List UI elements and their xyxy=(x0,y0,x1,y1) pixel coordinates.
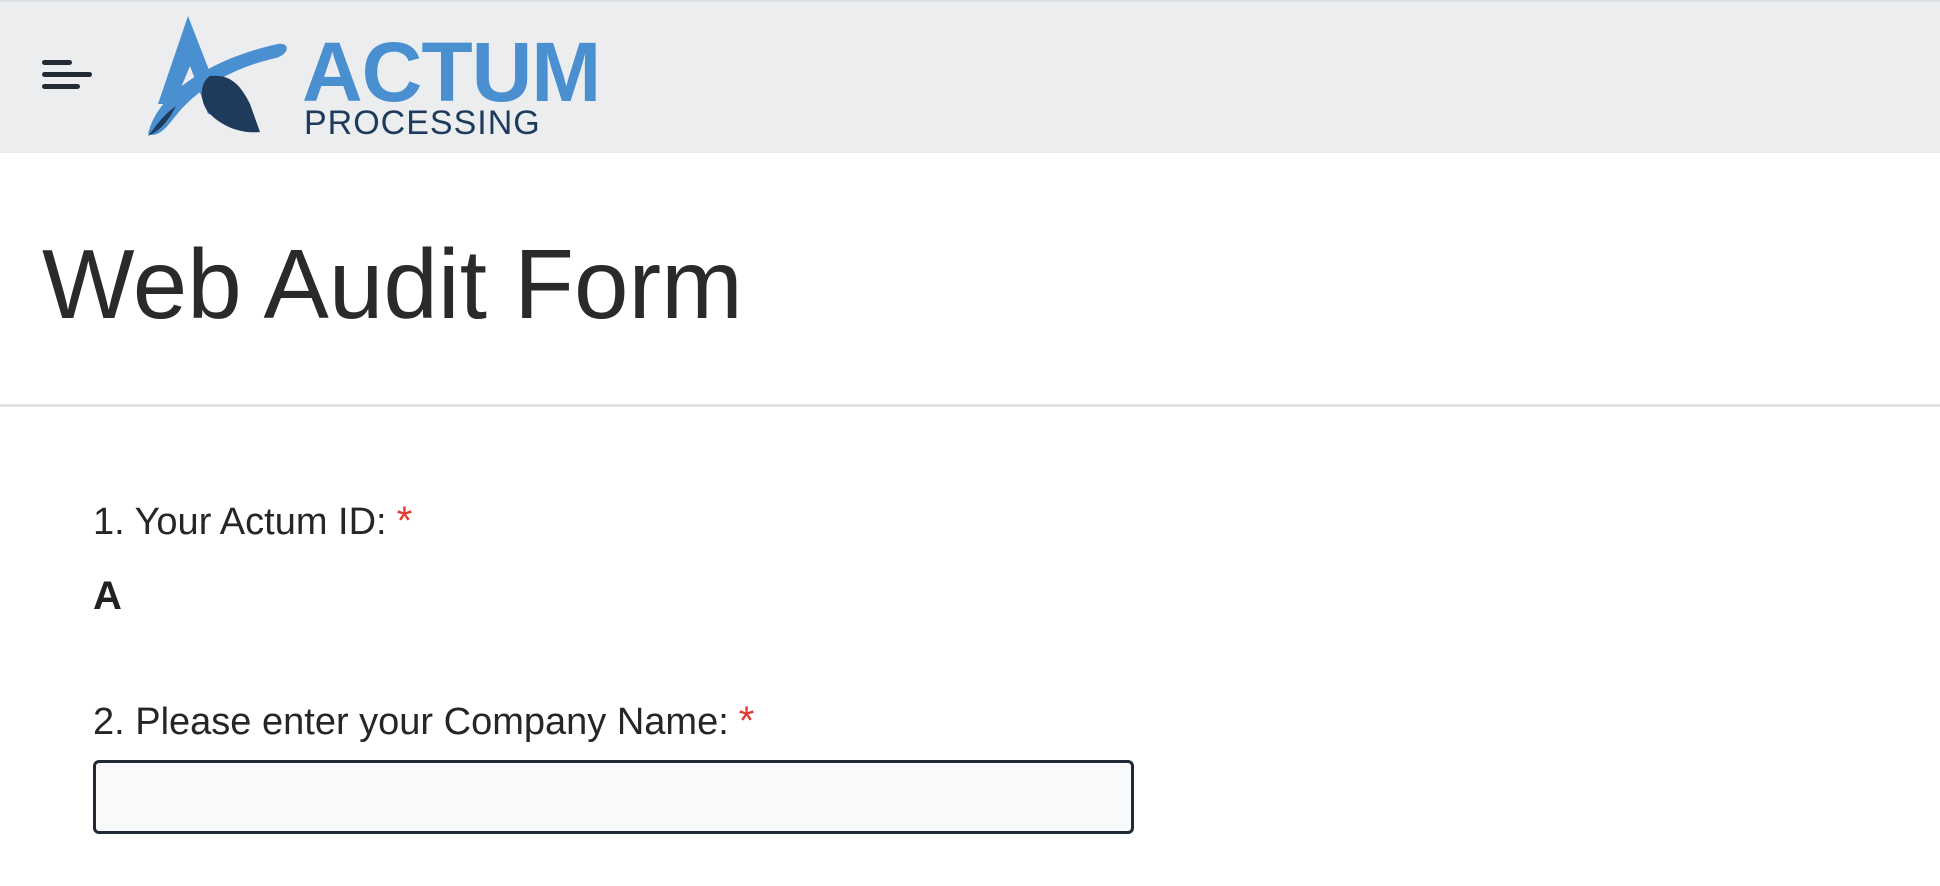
company-name-input[interactable] xyxy=(93,760,1134,834)
title-divider xyxy=(0,404,1940,407)
logo-a-swoosh-icon xyxy=(148,16,287,136)
actum-processing-logo[interactable]: ACTUM PROCESSING xyxy=(140,14,601,146)
question-company-name-label: 2. Please enter your Company Name: * xyxy=(93,698,754,745)
required-asterisk: * xyxy=(738,699,755,743)
menu-line xyxy=(42,60,72,65)
actum-id-value: A xyxy=(93,574,122,618)
question-actum-id-label: 1. Your Actum ID: * xyxy=(93,498,412,545)
page-title: Web Audit Form xyxy=(42,229,743,339)
top-header-bar: ACTUM PROCESSING xyxy=(0,0,1940,153)
logo-wordmark-primary: ACTUM xyxy=(302,25,601,119)
logo-wordmark-secondary: PROCESSING xyxy=(304,104,541,142)
hamburger-menu-icon[interactable] xyxy=(36,50,96,102)
question-label-text: 2. Please enter your Company Name: xyxy=(93,701,729,743)
menu-line xyxy=(42,84,80,89)
menu-line xyxy=(42,72,92,77)
required-asterisk: * xyxy=(396,499,413,543)
question-label-text: 1. Your Actum ID: xyxy=(93,501,387,543)
